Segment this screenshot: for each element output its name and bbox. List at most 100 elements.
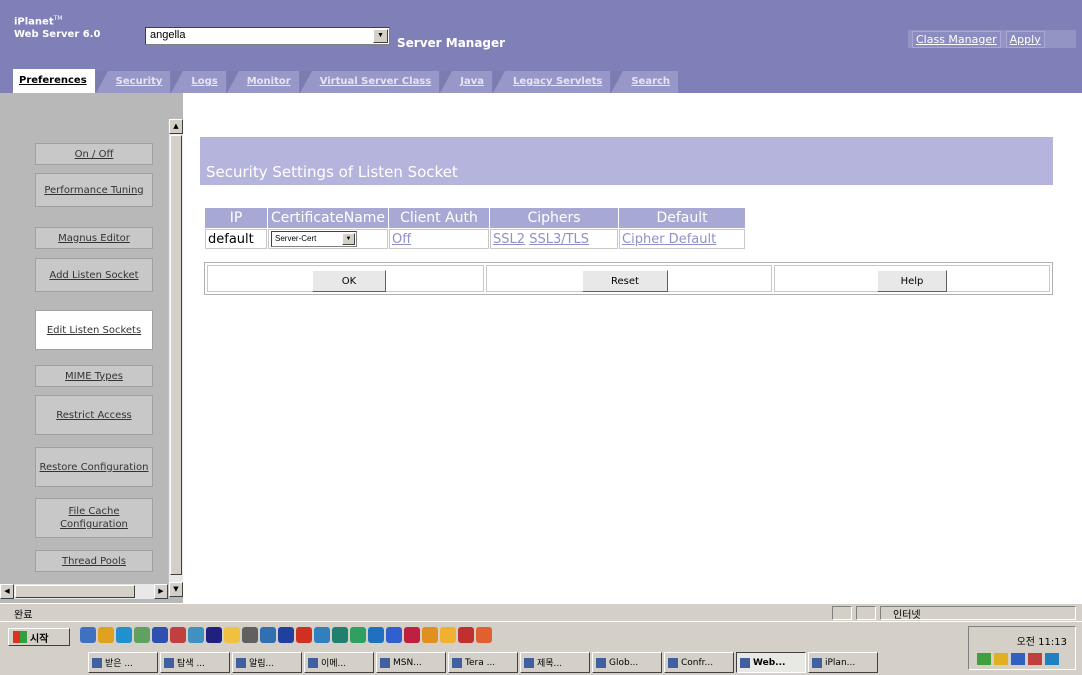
sidebar-horizontal-scrollbar[interactable]: ◀ ▶ [0,584,168,599]
ok-button[interactable]: OK [312,270,386,292]
app-icon[interactable] [404,627,420,643]
app-icon[interactable] [152,627,168,643]
task-button[interactable]: 탐색 ... [160,652,230,673]
ssl2-link[interactable]: SSL2 [493,232,525,247]
scroll-right-icon[interactable]: ▶ [154,584,168,599]
app-icon[interactable] [242,627,258,643]
scrollbar-thumb[interactable] [15,585,135,598]
app-icon[interactable] [260,627,276,643]
app-icon[interactable] [368,627,384,643]
sidebar-item-restore-configuration[interactable]: Restore Configuration [35,447,153,487]
task-button[interactable]: Glob... [592,652,662,673]
status-text: 완료 [14,610,33,621]
default-cell: Cipher Default [619,229,746,249]
tab-security[interactable]: Security [95,71,171,93]
manager-title: Server Manager [397,36,506,50]
product-logo: iPlanetTM Web Server 6.0 [14,12,100,41]
app-icon[interactable] [206,627,222,643]
apply-link[interactable]: Apply [1005,30,1045,48]
ssl3-tls-link[interactable]: SSL3/TLS [529,232,589,247]
task-button[interactable]: 받은 ... [88,652,158,673]
certificate-select[interactable]: Server-Cert ▼ [271,231,357,247]
reset-button[interactable]: Reset [582,270,668,292]
start-button[interactable]: 시작 [8,628,70,646]
task-button[interactable]: Tera ... [448,652,518,673]
tab-legacy-servlets[interactable]: Legacy Servlets [492,71,611,93]
sidebar-vertical-scrollbar[interactable]: ▲ ▼ [168,119,183,597]
app-icon[interactable] [332,627,348,643]
scrollbar-thumb[interactable] [170,135,182,575]
app-icon[interactable] [440,627,456,643]
task-label: Glob... [609,657,639,668]
explorer-icon[interactable] [98,627,114,643]
tab-search[interactable]: Search [611,71,679,93]
task-label: 알림... [249,659,275,669]
cipher-default-link[interactable]: Cipher Default [622,232,716,247]
app-icon[interactable] [224,627,240,643]
tray-app-icon[interactable] [1028,653,1042,665]
sidebar-item-mime-types[interactable]: MIME Types [35,365,153,387]
chevron-down-icon[interactable]: ▼ [342,233,355,245]
sidebar: On / Off Performance Tuning Magnus Edito… [0,93,168,583]
task-button[interactable]: MSN... [376,652,446,673]
app-icon[interactable] [134,627,150,643]
sidebar-item-file-cache-configuration[interactable]: File Cache Configuration [35,498,153,538]
client-auth-cell: Off [389,229,490,249]
server-select[interactable]: angella ▼ [145,27,390,45]
tab-logs[interactable]: Logs [171,71,226,93]
tray-app-icon[interactable] [1045,653,1059,665]
task-button[interactable]: 제목... [520,652,590,673]
task-label: iPlan... [825,657,856,668]
task-label: Tera ... [465,657,496,668]
sidebar-item-magnus-editor[interactable]: Magnus Editor [35,227,153,249]
tab-virtual-server-class[interactable]: Virtual Server Class [299,71,440,93]
scroll-down-icon[interactable]: ▼ [169,582,183,597]
app-icon[interactable] [170,627,186,643]
sidebar-item-on-off[interactable]: On / Off [35,143,153,165]
scroll-up-icon[interactable]: ▲ [169,119,183,134]
clock[interactable]: 오전 11:13 [1017,633,1067,648]
ie-icon[interactable] [116,627,132,643]
app-icon[interactable] [296,627,312,643]
top-links: Class Manager Apply [908,30,1076,48]
ciphers-cell: SSL2 SSL3/TLS [490,229,619,249]
tab-preferences[interactable]: Preferences [13,69,95,93]
status-pane [856,606,876,620]
app-icon[interactable] [350,627,366,643]
tray-app-icon[interactable] [1011,653,1025,665]
sidebar-item-restrict-access[interactable]: Restrict Access [35,395,153,435]
chevron-down-icon[interactable]: ▼ [373,29,388,43]
task-button-active[interactable]: Web... [736,652,806,673]
help-button[interactable]: Help [877,270,947,292]
window-icon [668,657,678,668]
sidebar-item-edit-listen-sockets[interactable]: Edit Listen Sockets [35,310,153,350]
tab-monitor[interactable]: Monitor [226,71,299,93]
app-icon[interactable] [476,627,492,643]
client-auth-link[interactable]: Off [392,232,411,247]
task-button[interactable]: 알림... [232,652,302,673]
app-icon[interactable] [188,627,204,643]
window-icon [524,657,534,668]
task-button[interactable]: 이메... [304,652,374,673]
product-version: Web Server 6.0 [14,29,101,41]
app-icon[interactable] [422,627,438,643]
class-manager-link[interactable]: Class Manager [912,30,1001,48]
app-icon[interactable] [458,627,474,643]
sidebar-item-add-listen-socket[interactable]: Add Listen Socket [35,258,153,292]
sidebar-item-thread-pools[interactable]: Thread Pools [35,550,153,572]
volume-icon[interactable] [994,653,1008,665]
column-header-ip: IP [205,208,267,228]
column-header-default: Default [619,208,746,228]
app-icon[interactable] [386,627,402,643]
window-icon [740,657,750,668]
sidebar-item-performance-tuning[interactable]: Performance Tuning [35,173,153,207]
network-icon[interactable] [977,653,991,665]
app-icon[interactable] [278,627,294,643]
desktop-icon[interactable] [80,627,96,643]
task-label: Web... [753,657,786,668]
tab-java[interactable]: Java [440,71,492,93]
scroll-left-icon[interactable]: ◀ [0,584,14,599]
app-icon[interactable] [314,627,330,643]
task-button[interactable]: iPlan... [808,652,878,673]
task-button[interactable]: Confr... [664,652,734,673]
